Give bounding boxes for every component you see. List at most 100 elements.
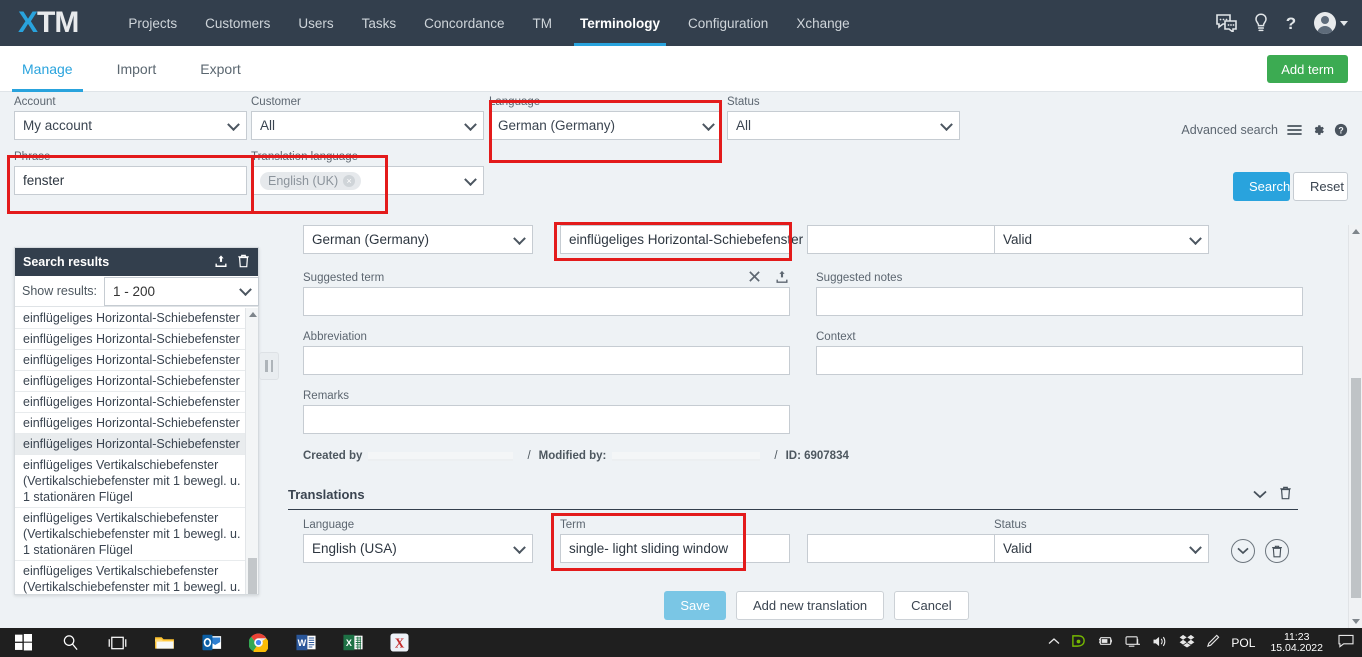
- translation-status-value: Valid: [1003, 541, 1033, 556]
- list-item[interactable]: einflügeliges Horizontal-Schiebefenster: [15, 413, 258, 434]
- phrase-input[interactable]: fenster: [14, 166, 247, 195]
- word-icon[interactable]: W: [282, 628, 329, 657]
- abbreviation-input[interactable]: [303, 346, 790, 375]
- battery-icon[interactable]: [1097, 635, 1114, 650]
- list-item[interactable]: einflügeliges Horizontal-Schiebefenster: [15, 329, 258, 350]
- language-select[interactable]: German (Germany): [489, 111, 722, 140]
- nav-item-concordance[interactable]: Concordance: [410, 0, 518, 46]
- list-item[interactable]: einflügeliges Horizontal-Schiebefenster: [15, 371, 258, 392]
- add-term-button[interactable]: Add term: [1267, 55, 1348, 83]
- translation-language-select[interactable]: English (UK) ×: [251, 166, 484, 195]
- advanced-search-label[interactable]: Advanced search: [1181, 123, 1278, 137]
- translation-term-extra-input[interactable]: [807, 534, 997, 563]
- term-status-select[interactable]: Valid: [994, 225, 1209, 254]
- promote-suggested-term-icon[interactable]: [775, 269, 789, 287]
- export-icon[interactable]: [214, 254, 228, 271]
- save-button[interactable]: Save: [664, 590, 726, 620]
- xtm-icon[interactable]: X: [376, 628, 423, 657]
- help-icon[interactable]: ?: [1284, 13, 1298, 33]
- excel-icon[interactable]: X: [329, 628, 376, 657]
- list-item-selected[interactable]: einflügeliges Horizontal-Schiebefenster: [15, 434, 258, 455]
- network-icon[interactable]: [1125, 635, 1141, 651]
- tab-export[interactable]: Export: [178, 46, 262, 92]
- show-results-select[interactable]: 1 - 200: [104, 276, 259, 306]
- notification-icon[interactable]: [1338, 634, 1354, 651]
- list-item[interactable]: einflügeliges Horizontal-Schiebefenster: [15, 308, 258, 329]
- add-new-translation-button[interactable]: Add new translation: [735, 590, 885, 620]
- search-icon[interactable]: [47, 628, 94, 657]
- expand-translation-button[interactable]: [1231, 539, 1255, 563]
- list-item[interactable]: einflügeliges Horizontal-Schiebefenster: [15, 350, 258, 371]
- delete-translation-button[interactable]: [1265, 539, 1289, 563]
- dropbox-icon[interactable]: [1179, 634, 1195, 651]
- user-menu[interactable]: [1314, 12, 1348, 34]
- nav-item-customers[interactable]: Customers: [191, 0, 284, 46]
- cancel-button[interactable]: Cancel: [894, 590, 969, 620]
- translation-language-select-row[interactable]: English (USA): [303, 534, 533, 563]
- chevron-down-icon: [702, 117, 715, 131]
- scroll-up-arrow-icon[interactable]: [1352, 229, 1360, 234]
- xtm-logo[interactable]: X TM: [18, 6, 79, 40]
- lightbulb-icon[interactable]: [1254, 13, 1268, 33]
- source-language-select[interactable]: German (Germany): [303, 225, 533, 254]
- chat-icon[interactable]: [1216, 14, 1238, 32]
- translation-row-term-label: Term: [560, 519, 586, 531]
- delete-icon[interactable]: [237, 254, 250, 271]
- list-item[interactable]: einflügeliges Vertikalschiebefenster (Ve…: [15, 508, 258, 561]
- nav-item-projects[interactable]: Projects: [114, 0, 191, 46]
- nav-item-xchange[interactable]: Xchange: [782, 0, 863, 46]
- outlook-icon[interactable]: [188, 628, 235, 657]
- term-extra-input[interactable]: [807, 225, 997, 254]
- nav-item-tasks[interactable]: Tasks: [348, 0, 411, 46]
- windows-start-icon[interactable]: [0, 628, 47, 657]
- delete-translations-icon[interactable]: [1279, 486, 1292, 503]
- language-indicator[interactable]: POL: [1231, 636, 1255, 650]
- file-explorer-icon[interactable]: [141, 628, 188, 657]
- scroll-up-arrow-icon[interactable]: [248, 312, 257, 317]
- clear-suggested-term-icon[interactable]: [748, 270, 761, 286]
- page-scrollbar[interactable]: [1348, 225, 1362, 628]
- collapse-translations-icon[interactable]: [1253, 487, 1267, 502]
- list-icon[interactable]: [1287, 124, 1302, 136]
- panel-collapse-handle[interactable]: [259, 352, 279, 380]
- list-item[interactable]: einflügeliges Horizontal-Schiebefenster: [15, 392, 258, 413]
- results-list[interactable]: einflügeliges Horizontal-Schiebefenster …: [15, 308, 258, 594]
- nav-item-terminology[interactable]: Terminology: [566, 0, 674, 46]
- list-item[interactable]: einflügeliges Vertikalschiebefenster (Ve…: [15, 455, 258, 508]
- tab-import[interactable]: Import: [95, 46, 179, 92]
- term-input[interactable]: einflügeliges Horizontal-Schiebefenster: [560, 225, 803, 254]
- status-select[interactable]: All: [727, 111, 960, 140]
- results-scrollbar[interactable]: [245, 308, 258, 594]
- nav-item-tm[interactable]: TM: [518, 0, 566, 46]
- nav-item-configuration[interactable]: Configuration: [674, 0, 782, 46]
- search-button[interactable]: Search: [1233, 172, 1290, 201]
- pen-icon[interactable]: [1206, 634, 1220, 651]
- clock[interactable]: 11:23 15.04.2022: [1266, 631, 1327, 654]
- tab-manage[interactable]: Manage: [0, 46, 95, 92]
- account-field: Account My account: [14, 96, 247, 140]
- task-view-icon[interactable]: [94, 628, 141, 657]
- source-language-value: German (Germany): [312, 232, 430, 247]
- suggested-notes-input[interactable]: [816, 287, 1303, 316]
- chrome-icon[interactable]: [235, 628, 282, 657]
- scrollbar-thumb[interactable]: [1351, 378, 1361, 598]
- nvidia-icon[interactable]: [1071, 634, 1086, 651]
- gear-icon[interactable]: [1311, 123, 1325, 137]
- question-circle-icon[interactable]: ?: [1334, 123, 1348, 137]
- remove-tag-icon[interactable]: ×: [343, 174, 356, 187]
- show-hidden-icons-chevron[interactable]: [1048, 637, 1060, 649]
- suggested-term-input[interactable]: [303, 287, 790, 316]
- translation-status-select[interactable]: Valid: [994, 534, 1209, 563]
- scroll-down-arrow-icon[interactable]: [1352, 619, 1360, 624]
- list-item[interactable]: einflügeliges Vertikalschiebefenster (Ve…: [15, 561, 258, 594]
- scrollbar-thumb[interactable]: [248, 558, 257, 594]
- customer-select[interactable]: All: [251, 111, 484, 140]
- context-input[interactable]: [816, 346, 1303, 375]
- reset-button[interactable]: Reset: [1293, 172, 1348, 201]
- translation-term-input[interactable]: single- light sliding window: [560, 534, 790, 563]
- remarks-input[interactable]: [303, 405, 790, 434]
- account-select[interactable]: My account: [14, 111, 247, 140]
- nav-item-users[interactable]: Users: [284, 0, 347, 46]
- form-actions: Save Add new translation Cancel: [285, 585, 1348, 625]
- volume-icon[interactable]: [1152, 635, 1168, 651]
